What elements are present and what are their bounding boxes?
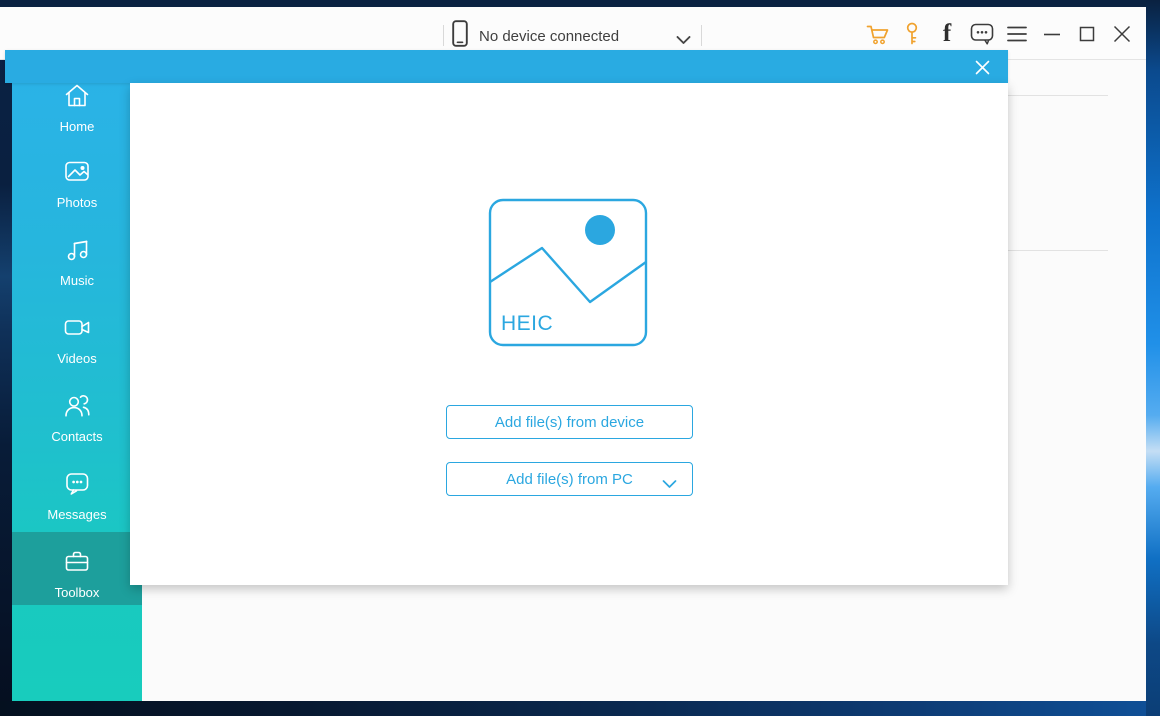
sidebar-item-label: Videos [57,351,97,366]
maximize-icon[interactable] [1075,22,1099,46]
sidebar-nav: Home Photos Music Videos Contacts Messag… [12,60,142,701]
sidebar-item-messages[interactable]: Messages [12,469,142,522]
sidebar-item-label: Photos [56,195,98,210]
device-status-label: No device connected [479,27,620,45]
close-icon[interactable] [1110,22,1134,46]
button-label: Add file(s) from PC [506,470,633,488]
key-icon[interactable] [900,22,924,46]
sidebar-item-label: Contacts [51,429,103,444]
chevron-down-icon [676,32,691,50]
desktop-wallpaper-right [1146,0,1160,716]
sidebar-item-music[interactable]: Music [12,235,142,288]
music-icon [63,235,91,268]
popup-close-button[interactable] [970,55,994,79]
sidebar-item-home[interactable]: Home [12,81,142,134]
sidebar-item-label: Music [60,273,94,288]
content-separator-line [1008,95,1108,96]
sidebar-item-label: Home [59,119,95,134]
chevron-down-icon [662,476,677,493]
button-label: Add file(s) from device [494,413,645,431]
phone-icon [452,20,468,52]
add-files-from-device-button[interactable]: Add file(s) from device [446,405,693,439]
heic-format-label: HEIC [501,312,554,335]
toolbar-divider [443,25,444,46]
menu-icon[interactable] [1005,22,1029,46]
minimize-icon[interactable] [1040,22,1064,46]
toolbar-divider [701,25,702,46]
device-selector-dropdown[interactable]: No device connected [452,20,702,52]
sidebar-item-label: Messages [47,507,107,522]
videos-icon [63,313,91,346]
desktop-wallpaper-top [0,0,1160,7]
sidebar-item-toolbox[interactable]: Toolbox [12,532,142,605]
cart-icon[interactable] [865,22,889,46]
content-separator-line [1008,250,1108,251]
photos-icon [63,157,91,190]
messages-icon [63,469,91,502]
desktop-wallpaper-left [0,7,12,716]
sidebar-item-photos[interactable]: Photos [12,157,142,210]
sidebar-item-label: Toolbox [54,585,100,600]
heic-converter-popup: HEIC Add file(s) from device Add file(s)… [130,83,1008,585]
sidebar-item-videos[interactable]: Videos [12,313,142,366]
contacts-icon [63,391,91,424]
home-icon [63,81,91,114]
toolbox-icon [63,547,91,580]
heic-image-icon: HEIC [488,198,648,347]
close-icon [975,60,989,74]
popup-title-bar [5,50,1008,83]
add-files-from-pc-button[interactable]: Add file(s) from PC [446,462,693,496]
feedback-icon[interactable] [970,22,994,46]
desktop-wallpaper-bottom [0,701,1146,716]
facebook-icon[interactable]: f [935,21,959,46]
toolbar-icon-group: f [865,18,1134,50]
sidebar-item-contacts[interactable]: Contacts [12,391,142,444]
